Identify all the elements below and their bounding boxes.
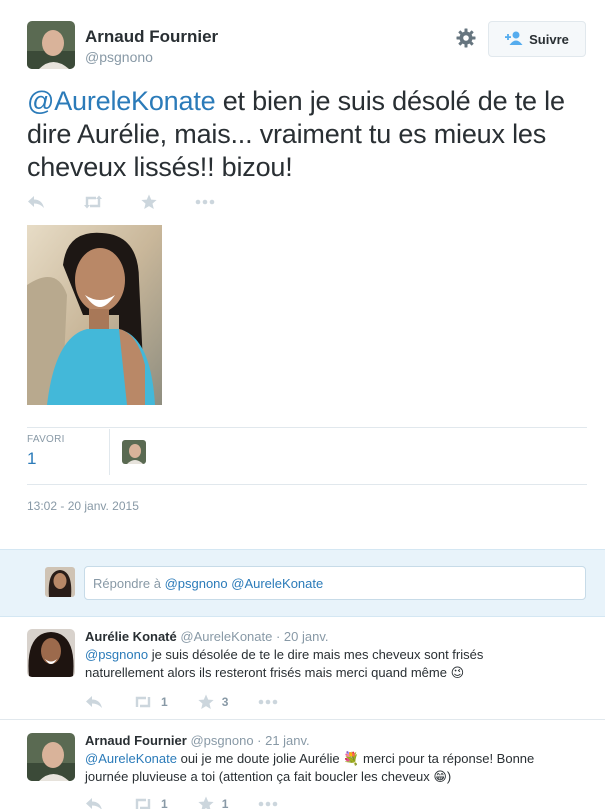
reply-input[interactable]: Répondre à @psgnono @AureleKonate	[84, 566, 586, 600]
favorite-count: 3	[221, 695, 229, 709]
reply-header: Arnaud Fournier @psgnono · 21 janv.	[85, 733, 310, 748]
reply-mentions: @psgnono @AureleKonate	[164, 576, 324, 591]
author-avatar[interactable]	[27, 21, 75, 69]
reply-mention[interactable]: @AureleKonate	[85, 751, 177, 766]
tweet-mention[interactable]: @AureleKonate	[27, 86, 216, 116]
more-dots-icon[interactable]	[195, 199, 215, 205]
reply-actions: 1 3	[85, 694, 308, 710]
retweet-icon	[133, 695, 153, 709]
tweet-actions	[27, 194, 253, 210]
tweet-timestamp[interactable]: 13:02 - 20 janv. 2015	[27, 499, 139, 513]
reply-actions: 1 1	[85, 796, 308, 809]
reply-author-handle[interactable]: @AureleKonate	[180, 629, 272, 644]
reply-header: Aurélie Konaté @AureleKonate · 20 janv.	[85, 629, 328, 644]
reply-text: @psgnono je suis désolée de te le dire m…	[85, 646, 565, 682]
reply-date[interactable]: · 20 janv.	[272, 629, 329, 644]
stats-separator	[109, 429, 110, 475]
retweet-icon	[133, 797, 153, 809]
more-dots-icon[interactable]	[258, 801, 278, 807]
favoriter-avatar[interactable]	[122, 440, 146, 464]
reply-icon[interactable]	[85, 797, 103, 809]
favorite-button[interactable]: 1	[198, 796, 229, 809]
reply-icon[interactable]	[85, 695, 103, 709]
gear-icon[interactable]	[456, 28, 476, 48]
author-name[interactable]: Arnaud Fournier	[85, 27, 218, 47]
follow-button[interactable]: Suivre	[488, 21, 586, 57]
retweet-count: 1	[161, 695, 168, 709]
reply-avatar[interactable]	[27, 629, 75, 677]
tweet-photo[interactable]	[27, 225, 162, 405]
divider	[27, 427, 587, 428]
reply-mention[interactable]: @psgnono	[85, 647, 148, 662]
follow-label: Suivre	[529, 31, 569, 47]
follow-person-icon	[505, 31, 523, 48]
reply-prefix: Répondre à	[93, 576, 165, 591]
favorite-button[interactable]: 3	[198, 694, 229, 710]
reply-icon[interactable]	[27, 195, 45, 209]
reply-author-name[interactable]: Aurélie Konaté	[85, 629, 177, 644]
reply-date[interactable]: · 21 janv.	[254, 733, 310, 748]
favorite-star-icon	[198, 694, 214, 710]
more-dots-icon[interactable]	[258, 699, 278, 705]
favorites-label: FAVORI	[27, 434, 65, 445]
reply-author-name[interactable]: Arnaud Fournier	[85, 733, 187, 748]
reply-avatar[interactable]	[27, 733, 75, 781]
favorites-count[interactable]: 1	[27, 449, 36, 469]
favorite-star-icon[interactable]	[141, 194, 157, 210]
composer-avatar	[45, 567, 75, 597]
author-handle[interactable]: @psgnono	[85, 49, 153, 65]
reply-author-handle[interactable]: @psgnono	[190, 733, 253, 748]
retweet-count: 1	[161, 797, 168, 809]
divider	[27, 484, 587, 485]
retweet-icon[interactable]	[83, 195, 103, 209]
retweet-button[interactable]: 1	[133, 695, 168, 709]
retweet-button[interactable]: 1	[133, 797, 168, 809]
favorite-star-icon	[198, 796, 214, 809]
reply-text: @AureleKonate oui je me doute jolie Auré…	[85, 750, 565, 786]
tweet-text: @AureleKonate et bien je suis désolé de …	[27, 85, 587, 184]
favorite-count: 1	[221, 797, 229, 809]
